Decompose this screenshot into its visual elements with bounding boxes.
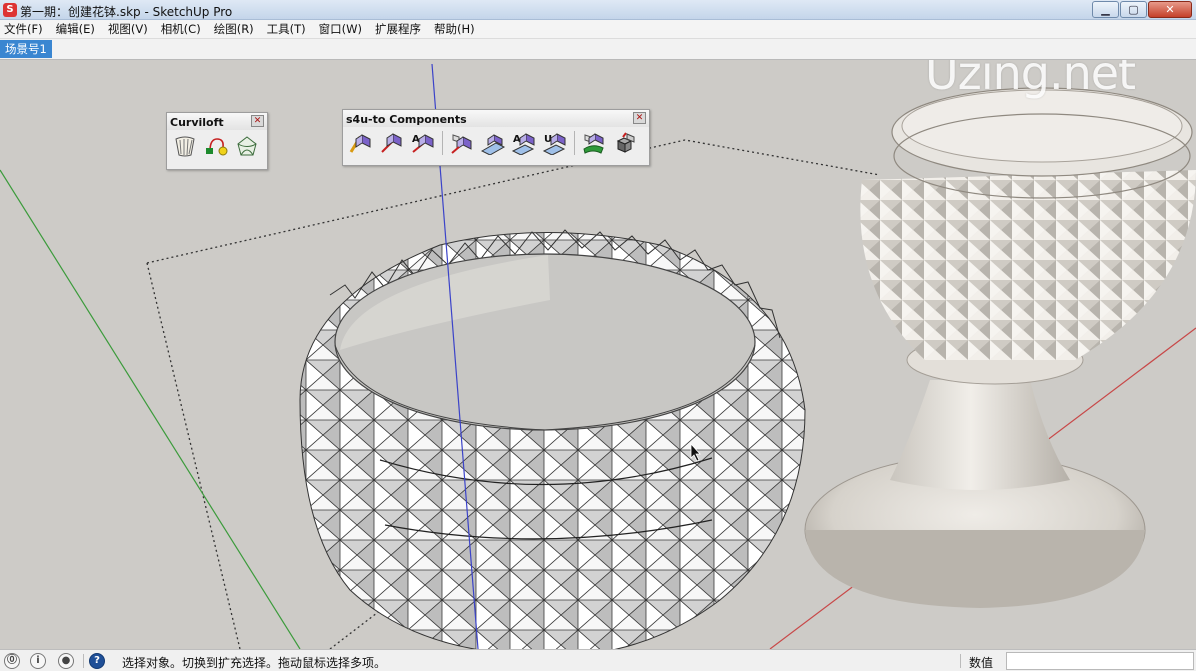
uzing-watermark: Uzing.net	[925, 60, 1136, 100]
user-account-icon[interactable]: ●	[58, 653, 74, 669]
s4u-component-pair-icon[interactable]	[448, 130, 476, 156]
s4u-components-stack-icon[interactable]	[580, 130, 608, 156]
status-bar: ⓪ i ● ? 选择对象。切换到扩充选择。拖动鼠标选择多项。 数值	[0, 649, 1196, 671]
s4u-component-u-icon[interactable]: U	[541, 130, 569, 156]
s4u-component-a2-icon[interactable]: A	[510, 130, 538, 156]
s4u-component-cubes-icon[interactable]	[611, 130, 639, 156]
s4u-component-line-icon[interactable]	[378, 130, 406, 156]
geo-location-icon[interactable]: ⓪	[4, 653, 20, 669]
curviloft-title-text: Curviloft	[170, 116, 224, 129]
menu-help[interactable]: 帮助(H)	[434, 21, 475, 37]
title-bar: S 第一期：创建花钵.skp - SketchUp Pro ▁ ▢ ✕	[0, 0, 1196, 20]
s4u-pencil-component-icon[interactable]	[347, 130, 375, 156]
credits-icon[interactable]: i	[30, 653, 46, 669]
sketchup-icon[interactable]: S	[3, 3, 17, 17]
menu-bar: 文件(F) 编辑(E) 视图(V) 相机(C) 绘图(R) 工具(T) 窗口(W…	[0, 20, 1196, 39]
s4u-close-button[interactable]: ✕	[633, 112, 646, 124]
measurements-label: 数值	[969, 656, 994, 670]
menu-file[interactable]: 文件(F)	[4, 21, 43, 37]
scene-tab-bar: 场景号1	[0, 39, 1196, 60]
menu-window[interactable]: 窗口(W)	[319, 21, 362, 37]
s4u-title-text: s4u-to Components	[346, 113, 467, 126]
status-divider	[960, 654, 961, 668]
menu-edit[interactable]: 编辑(E)	[56, 21, 95, 37]
curviloft-close-button[interactable]: ✕	[251, 115, 264, 127]
s4u-component-slope-icon[interactable]	[479, 130, 507, 156]
minimize-button[interactable]: ▁	[1092, 1, 1119, 18]
help-icon[interactable]: ?	[89, 653, 105, 669]
status-message: 选择对象。切换到扩充选择。拖动鼠标选择多项。	[122, 656, 387, 670]
curviloft-loft-by-spline-icon[interactable]	[171, 133, 199, 159]
scene-tab-1[interactable]: 场景号1	[0, 40, 52, 58]
curviloft-skinning-icon[interactable]	[233, 133, 261, 159]
menu-extensions[interactable]: 扩展程序	[375, 21, 421, 37]
model-viewport[interactable]: Uzing.net Curviloft ✕ s4u-to Components …	[0, 60, 1196, 649]
menu-camera[interactable]: 相机(C)	[161, 21, 201, 37]
s4u-title: s4u-to Components ✕	[343, 110, 649, 127]
close-button[interactable]: ✕	[1148, 1, 1192, 18]
curviloft-title: Curviloft ✕	[167, 113, 267, 130]
spiky-pot-model	[299, 229, 806, 649]
sketchup-window: S 第一期：创建花钵.skp - SketchUp Pro ▁ ▢ ✕ 文件(F…	[0, 0, 1196, 671]
menu-tools[interactable]: 工具(T)	[267, 21, 306, 37]
s4u-to-components-toolbar[interactable]: s4u-to Components ✕ A A U	[342, 109, 650, 166]
s4u-component-a-icon[interactable]: A	[409, 130, 437, 156]
maximize-button[interactable]: ▢	[1120, 1, 1147, 18]
window-title: 第一期：创建花钵.skp - SketchUp Pro	[20, 5, 233, 19]
urn-model	[804, 87, 1196, 608]
curviloft-loft-along-path-icon[interactable]	[202, 133, 230, 159]
toolbar-separator	[574, 131, 575, 155]
green-axis	[0, 169, 301, 649]
curviloft-toolbar[interactable]: Curviloft ✕	[166, 112, 268, 170]
menu-draw[interactable]: 绘图(R)	[214, 21, 254, 37]
window-controls: ▁ ▢ ✕	[1092, 1, 1192, 18]
menu-view[interactable]: 视图(V)	[108, 21, 148, 37]
measurements-input[interactable]	[1006, 652, 1194, 670]
status-divider	[83, 654, 84, 668]
toolbar-separator	[442, 131, 443, 155]
